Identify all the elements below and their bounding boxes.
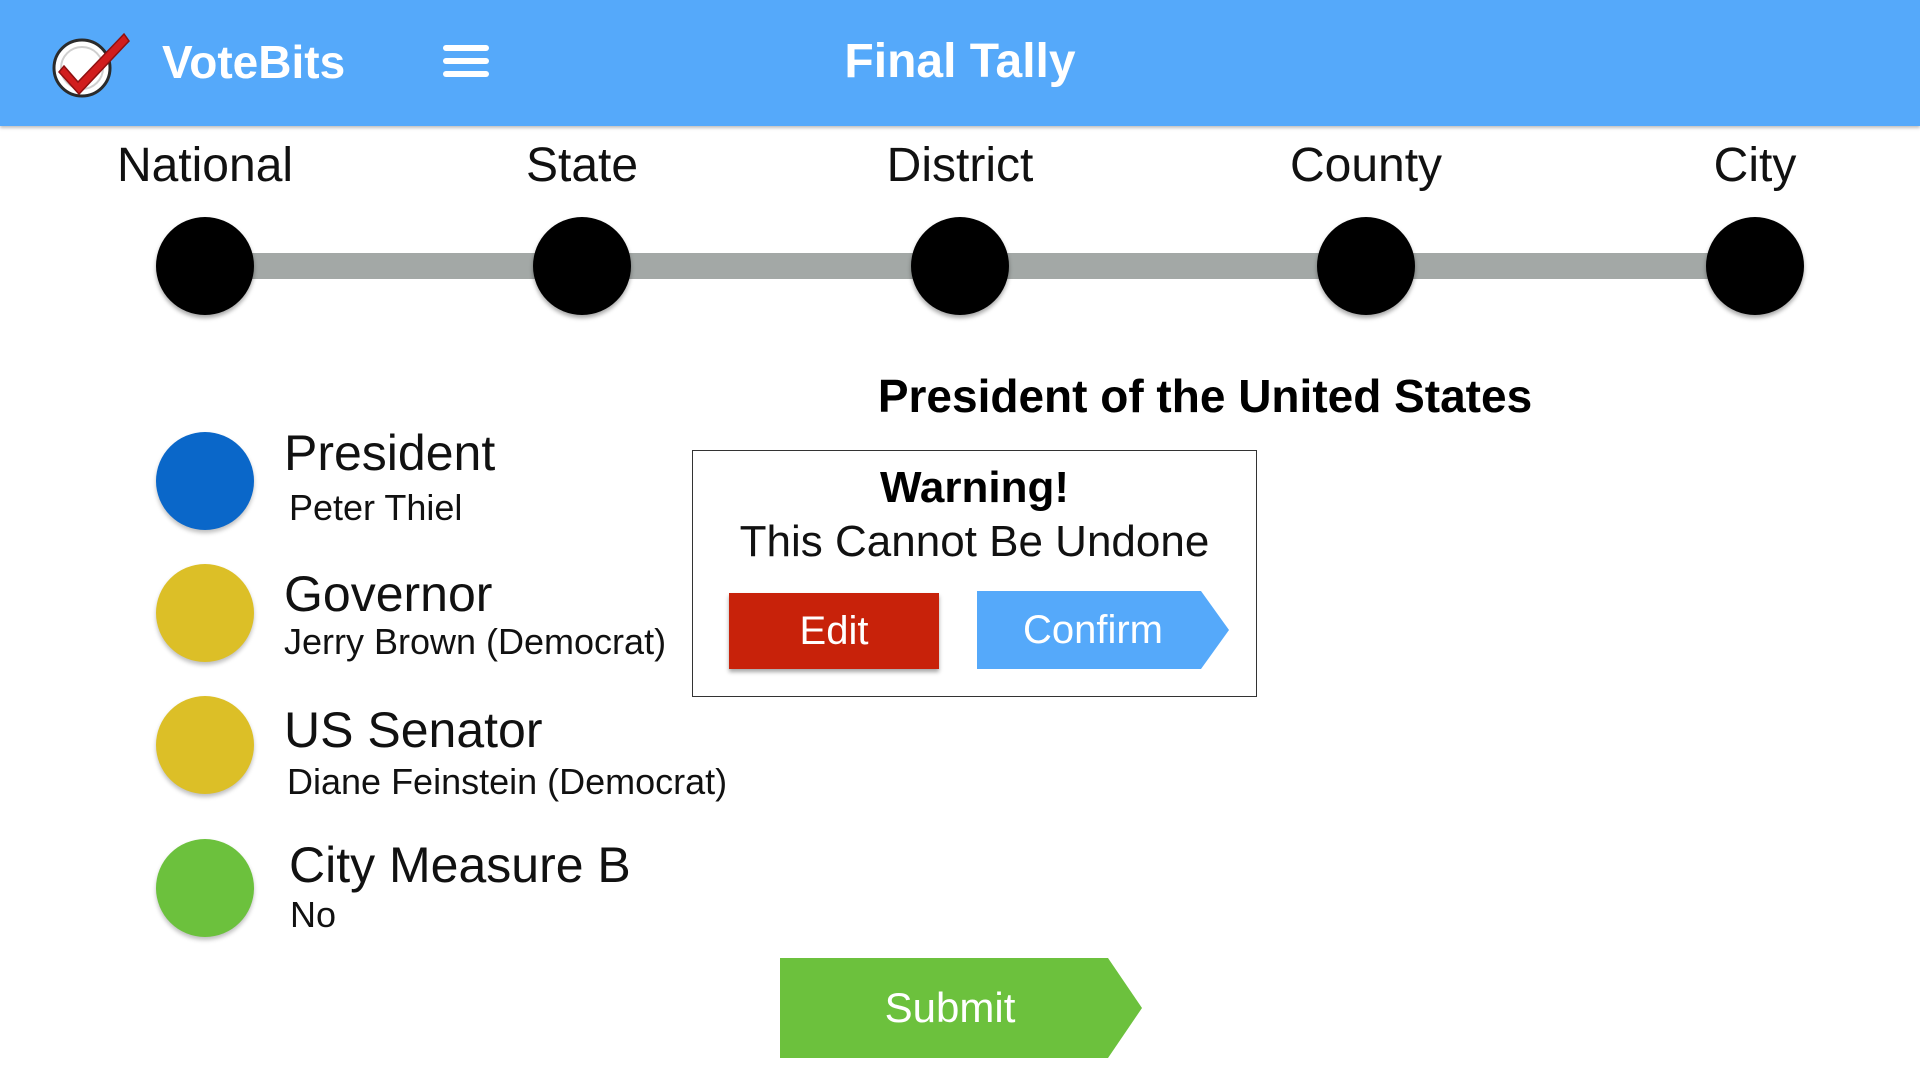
race-color-dot bbox=[156, 432, 254, 530]
race-item-governor[interactable]: Governor Jerry Brown (Democrat) bbox=[156, 564, 776, 674]
race-name: US Senator bbox=[284, 702, 543, 758]
dialog-title: Warning! bbox=[880, 463, 1069, 512]
race-color-dot bbox=[156, 564, 254, 662]
race-item-us-senator[interactable]: US Senator Diane Feinstein (Democrat) bbox=[156, 696, 776, 806]
final-tally-screen: VoteBits Final Tally National State Dist… bbox=[0, 0, 1920, 1080]
race-color-dot bbox=[156, 839, 254, 937]
dialog-message: This Cannot Be Undone bbox=[739, 517, 1210, 566]
level-node-county[interactable] bbox=[1317, 217, 1415, 315]
submit-label: Submit bbox=[884, 984, 1016, 1031]
checkmark-ballot-icon bbox=[50, 28, 130, 98]
confirm-label: Confirm bbox=[1022, 608, 1164, 652]
race-choice: No bbox=[290, 894, 337, 935]
level-label-district: District bbox=[886, 139, 1034, 192]
app-name: VoteBits bbox=[162, 36, 346, 88]
page-title: Final Tally bbox=[844, 35, 1076, 88]
race-name: President bbox=[284, 425, 496, 481]
level-node-city[interactable] bbox=[1706, 217, 1804, 315]
level-label-state: State bbox=[525, 139, 639, 192]
race-choice: Peter Thiel bbox=[289, 487, 463, 528]
level-label-county: County bbox=[1289, 139, 1443, 192]
level-node-district[interactable] bbox=[911, 217, 1009, 315]
race-name: Governor bbox=[284, 566, 493, 622]
race-color-dot bbox=[156, 696, 254, 794]
race-choice: Jerry Brown (Democrat) bbox=[284, 621, 667, 662]
race-item-president[interactable]: President Peter Thiel bbox=[156, 425, 776, 542]
level-label-national: National bbox=[116, 139, 294, 192]
section-title: President of the United States bbox=[877, 370, 1533, 422]
warning-dialog: Warning! This Cannot Be Undone Edit Conf… bbox=[692, 450, 1257, 697]
app-header: VoteBits Final Tally bbox=[0, 0, 1920, 126]
race-item-city-measure-b[interactable]: City Measure B No bbox=[156, 837, 776, 949]
submit-button[interactable]: Submit bbox=[780, 958, 1142, 1058]
hamburger-menu-icon[interactable] bbox=[443, 45, 491, 81]
confirm-button[interactable]: Confirm bbox=[977, 591, 1229, 669]
level-label-city: City bbox=[1713, 139, 1797, 192]
edit-button[interactable]: Edit bbox=[729, 593, 939, 669]
level-node-state[interactable] bbox=[533, 217, 631, 315]
race-choice: Diane Feinstein (Democrat) bbox=[287, 761, 728, 802]
level-node-national[interactable] bbox=[156, 217, 254, 315]
race-name: City Measure B bbox=[289, 837, 631, 893]
